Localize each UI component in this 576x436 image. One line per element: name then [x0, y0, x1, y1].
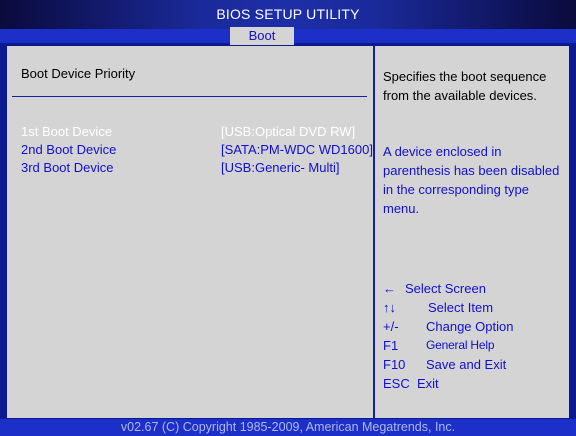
key-row: ← Select Screen [383, 281, 568, 300]
key-description: Exit [417, 376, 439, 391]
boot-device-row-2[interactable]: 2nd Boot Device [SATA:PM-WDC WD1600] [21, 142, 373, 158]
boot-device-value[interactable]: [USB:Optical DVD RW] [221, 124, 355, 139]
boot-device-value[interactable]: [SATA:PM-WDC WD1600] [221, 142, 373, 157]
left-arrow-icon: ← [383, 281, 396, 296]
boot-device-label: 2nd Boot Device [21, 142, 117, 157]
key-description: Select Item [428, 300, 494, 315]
key-description: Select Screen [405, 281, 486, 296]
app-title: BIOS SETUP UTILITY [216, 6, 360, 22]
boot-device-row-1[interactable]: 1st Boot Device [USB:Optical DVD RW] [21, 124, 373, 140]
footer-bar: v02.67 (C) Copyright 1985-2009, American… [0, 419, 576, 436]
title-bar: BIOS SETUP UTILITY [0, 0, 576, 29]
up-down-arrows-icon: ↑↓ [383, 300, 396, 315]
boot-device-row-3[interactable]: 3rd Boot Device [USB:Generic- Multi] [21, 160, 373, 176]
key-row: ESC Exit [383, 376, 568, 395]
key-name: F10 [383, 357, 406, 372]
key-row: F10 Save and Exit [383, 357, 568, 376]
tab-boot[interactable]: Boot [230, 27, 294, 45]
boot-device-label: 1st Boot Device [21, 124, 113, 139]
boot-device-value[interactable]: [USB:Generic- Multi] [221, 160, 339, 175]
help-description: Specifies the boot sequence from the ava… [383, 69, 547, 103]
key-description: Save and Exit [426, 357, 507, 372]
section-title: Boot Device Priority [21, 66, 136, 81]
key-row: ↑↓ Select Item [383, 300, 568, 319]
key-description: General Help [426, 338, 495, 352]
main-panel: Boot Device Priority 1st Boot Device [US… [6, 45, 570, 419]
section-divider [12, 96, 367, 97]
key-row: +/- Change Option [383, 319, 568, 338]
key-legend: ← Select Screen ↑↓ Select Item +/- Chang… [383, 281, 568, 395]
key-description: Change Option [426, 319, 514, 334]
boot-device-label: 3rd Boot Device [21, 160, 114, 175]
help-panel-divider [373, 46, 375, 418]
key-name: ESC [383, 376, 410, 391]
help-note: A device enclosed in parenthesis has bee… [383, 144, 560, 216]
copyright-text: v02.67 (C) Copyright 1985-2009, American… [120, 420, 456, 434]
key-name: +/- [383, 319, 399, 334]
key-row: F1 General Help [383, 338, 568, 357]
key-name: F1 [383, 338, 399, 353]
